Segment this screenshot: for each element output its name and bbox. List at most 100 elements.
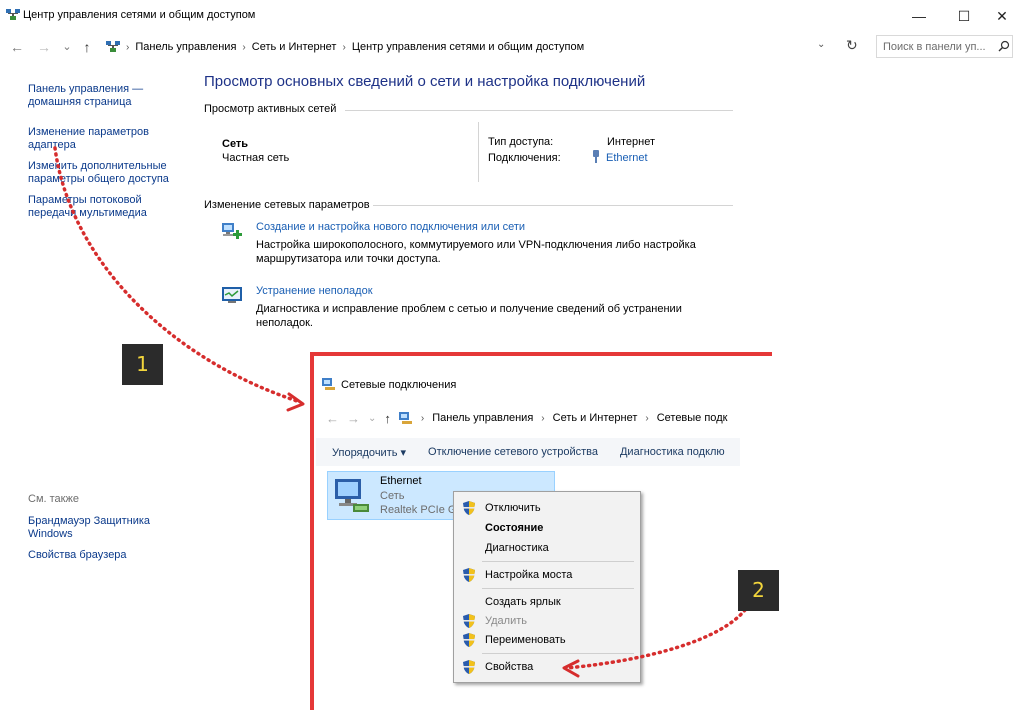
recent-locations-button[interactable]: ⌄: [58, 38, 76, 56]
inset-breadcrumb-network-internet: Сеть и Интернет: [552, 412, 638, 424]
access-type-value: Интернет: [607, 136, 655, 148]
close-button[interactable]: ✕: [985, 2, 1013, 30]
inset-back-button: ←: [326, 410, 339, 426]
active-networks-heading: Просмотр активных сетей: [204, 103, 337, 115]
new-connection-link[interactable]: Создание и настройка нового подключения …: [256, 221, 525, 233]
menu-item-diagnostics[interactable]: Диагностика: [454, 538, 640, 558]
network-type: Частная сеть: [222, 152, 290, 164]
troubleshoot-link[interactable]: Устранение неполадок: [256, 285, 373, 297]
back-button[interactable]: ←: [8, 38, 26, 56]
breadcrumb-separator: ›: [242, 41, 246, 53]
see-also-heading: См. также: [28, 493, 79, 505]
step-badge-2: 2: [738, 570, 779, 611]
breadcrumb-separator: ›: [342, 41, 346, 53]
menu-separator: [482, 653, 634, 654]
menu-item-label: Удалить: [485, 615, 527, 627]
menu-item-label: Диагностика: [485, 542, 549, 554]
menu-item-disable[interactable]: Отключить: [454, 498, 640, 518]
inset-address-bar: ← → ⌄ ↑ › Панель управления › Сеть и Инт…: [326, 408, 740, 428]
network-center-icon: [106, 41, 120, 52]
context-menu: Отключить Состояние Диагностика Настройк…: [453, 491, 641, 683]
inset-forward-button: →: [347, 410, 360, 426]
disable-device-command: Отключение сетевого устройства: [428, 446, 598, 458]
ethernet-connection-link[interactable]: Ethernet: [606, 152, 648, 164]
menu-item-status[interactable]: Состояние: [454, 518, 640, 538]
menu-separator: [482, 561, 634, 562]
menu-item-label: Настройка моста: [485, 569, 573, 581]
network-center-icon: [6, 9, 20, 20]
uac-shield-icon: [463, 614, 475, 628]
arrow-head-1: [286, 392, 305, 412]
breadcrumb-separator: ›: [541, 412, 545, 424]
sidebar-link-media-streaming[interactable]: Параметры потоковой передачи мультимедиа: [28, 194, 147, 220]
page-title: Просмотр основных сведений о сети и наст…: [204, 73, 646, 90]
connections-label: Подключения:: [488, 152, 561, 164]
inset-history-button: ⌄: [368, 412, 377, 424]
inset-command-bar: Упорядочить ▾ Отключение сетевого устрой…: [316, 438, 740, 466]
menu-item-create-shortcut[interactable]: Создать ярлык: [454, 592, 640, 612]
window-title: Центр управления сетями и общим доступом: [23, 9, 256, 21]
see-also-browser-properties-link[interactable]: Свойства браузера: [28, 549, 127, 562]
divider: [373, 205, 733, 206]
diagnose-command: Диагностика подклю: [619, 446, 725, 458]
new-connection-description: Настройка широкополосного, коммутируемог…: [256, 239, 696, 265]
search-icon: [998, 40, 1010, 52]
access-type-label: Тип доступа:: [488, 136, 554, 148]
uac-shield-icon: [463, 660, 475, 674]
search-placeholder: Поиск в панели уп...: [883, 40, 986, 53]
divider: [345, 110, 733, 111]
uac-shield-icon: [463, 633, 475, 647]
maximize-button[interactable]: ☐: [947, 2, 981, 30]
menu-item-label: Переименовать: [485, 634, 566, 646]
ethernet-plug-icon: [593, 150, 599, 163]
divider: [478, 122, 479, 182]
address-dropdown-button[interactable]: ⌄: [817, 39, 825, 50]
breadcrumb-separator: ›: [645, 412, 649, 424]
network-connections-icon: [398, 411, 412, 424]
network-connections-icon: [322, 378, 335, 390]
new-connection-icon: [222, 223, 242, 239]
refresh-button[interactable]: ↻: [846, 37, 858, 54]
sidebar-link-home[interactable]: Панель управления — домашняя страница: [28, 83, 143, 109]
menu-item-bridge[interactable]: Настройка моста: [454, 565, 640, 585]
forward-button[interactable]: →: [35, 38, 53, 56]
sidebar-link-adapter-settings[interactable]: Изменение параметров адаптера: [28, 126, 149, 152]
up-button[interactable]: ↑: [78, 38, 96, 56]
ethernet-adapter-icon: [335, 479, 369, 512]
adapter-name: Ethernet: [380, 475, 422, 487]
sidebar-link-sharing-settings[interactable]: Изменить дополнительные параметры общего…: [28, 160, 169, 186]
see-also-firewall-link[interactable]: Брандмауэр Защитника Windows: [28, 515, 150, 541]
menu-item-label: Свойства: [485, 661, 534, 673]
menu-item-rename[interactable]: Переименовать: [454, 630, 640, 650]
step-badge-1: 1: [122, 344, 163, 385]
search-input[interactable]: Поиск в панели уп...: [876, 35, 1013, 58]
menu-item-label: Создать ярлык: [485, 596, 561, 608]
adapter-device: Realtek PCIe GI: [380, 504, 460, 516]
minimize-button[interactable]: —: [902, 2, 936, 30]
inset-title-text: Сетевые подключения: [341, 378, 457, 391]
uac-shield-icon: [463, 568, 475, 582]
inset-frame-top: [313, 352, 772, 356]
breadcrumb-separator: ›: [420, 412, 425, 424]
title-bar: Центр управления сетями и общим доступом…: [0, 0, 1013, 32]
inset-breadcrumb-control-panel: Панель управления: [432, 412, 534, 424]
inset-breadcrumb-network-connections: Сетевые подк: [656, 412, 728, 424]
breadcrumb-network-internet[interactable]: Сеть и Интернет: [252, 41, 337, 53]
troubleshoot-icon: [222, 287, 242, 303]
breadcrumb-control-panel[interactable]: Панель управления: [135, 41, 236, 53]
menu-item-delete[interactable]: Удалить: [454, 611, 640, 631]
breadcrumb-network-center[interactable]: Центр управления сетями и общим доступом: [352, 41, 584, 53]
menu-separator: [482, 588, 634, 589]
uac-shield-icon: [463, 501, 475, 515]
menu-item-label: Состояние: [485, 522, 544, 534]
dotted-arrow-1: [53, 146, 302, 404]
menu-item-properties[interactable]: Свойства: [454, 657, 640, 677]
organize-command: Упорядочить ▾: [332, 446, 407, 459]
troubleshoot-description: Диагностика и исправление проблем с сеть…: [256, 303, 682, 329]
change-settings-heading: Изменение сетевых параметров: [204, 199, 370, 211]
address-bar[interactable]: › Панель управления › Сеть и Интернет › …: [102, 36, 843, 58]
menu-item-label: Отключить: [485, 502, 541, 514]
breadcrumb-separator: ›: [126, 41, 130, 53]
inset-up-button: ↑: [384, 410, 391, 426]
adapter-network: Сеть: [380, 490, 405, 502]
